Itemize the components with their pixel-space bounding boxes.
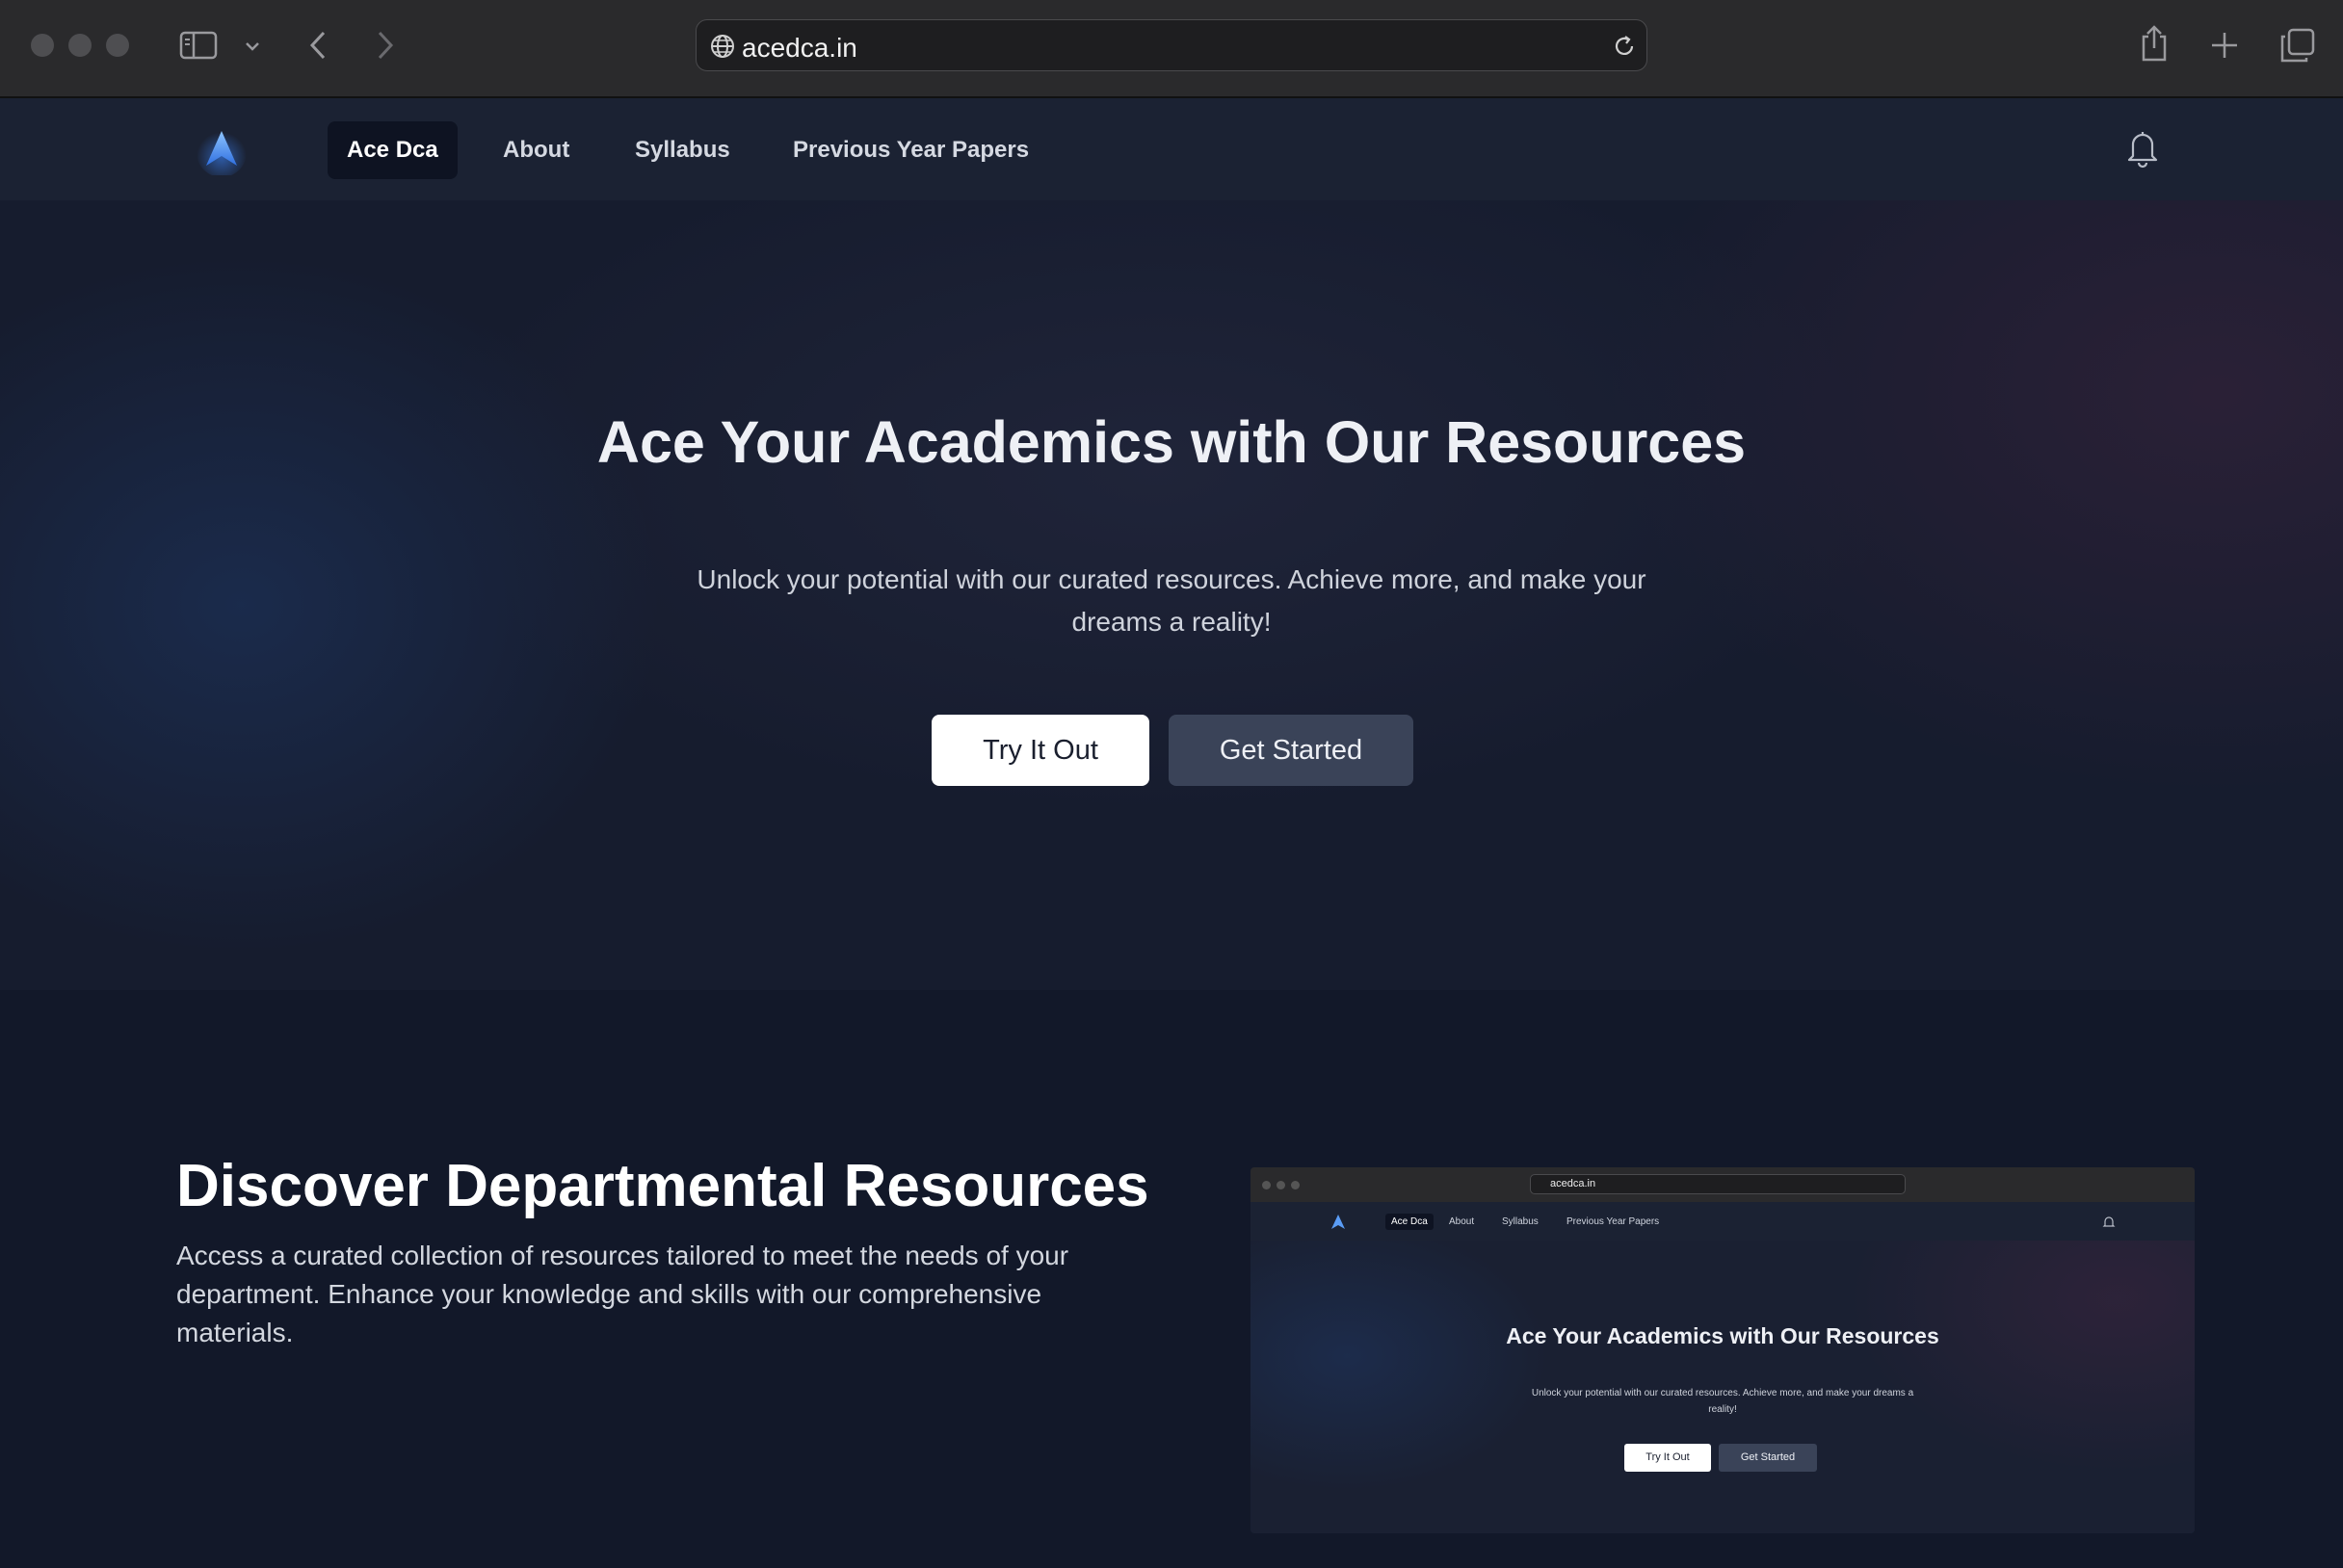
- hero-section: Ace Your Academics with Our Resources Un…: [0, 200, 2343, 990]
- new-tab-icon[interactable]: [2209, 30, 2240, 61]
- preview-navbar: Ace Dca About Syllabus Previous Year Pap…: [1250, 1202, 2195, 1241]
- get-started-button[interactable]: Get Started: [1169, 715, 1413, 786]
- preview-bell-icon: [2102, 1216, 2116, 1227]
- reload-icon[interactable]: [1612, 34, 1637, 59]
- preview-hero-subtitle: Unlock your potential with our curated r…: [1531, 1388, 1914, 1415]
- chevron-down-icon[interactable]: [243, 37, 262, 56]
- preview-window-dot: [1277, 1181, 1285, 1189]
- preview-window-dot: [1262, 1181, 1271, 1189]
- preview-hero: Ace Your Academics with Our Resources Un…: [1250, 1241, 2195, 1533]
- preview-start-button: Get Started: [1719, 1444, 1817, 1472]
- nav-item-syllabus[interactable]: Syllabus: [616, 121, 750, 179]
- preview-address-bar: acedca.in: [1530, 1174, 1906, 1194]
- preview-hero-title: Ace Your Academics with Our Resources: [1506, 1323, 1939, 1348]
- preview-nav-item: Syllabus: [1502, 1216, 1539, 1227]
- bell-icon[interactable]: [2125, 127, 2160, 170]
- preview-browser-toolbar: acedca.in: [1250, 1167, 2195, 1202]
- hero-subtitle: Unlock your potential with our curated r…: [697, 564, 1646, 637]
- url-text: acedca.in: [742, 33, 857, 63]
- address-bar[interactable]: acedca.in: [696, 19, 1647, 71]
- back-arrow-icon[interactable]: [306, 29, 329, 62]
- preview-nav-item: About: [1449, 1216, 1475, 1227]
- tab-overview-icon[interactable]: [2279, 27, 2316, 64]
- site-navbar: Ace Dca About Syllabus Previous Year Pap…: [0, 98, 2343, 200]
- site-preview-screenshot: acedca.in Ace Dca About Syllabus Previou…: [1250, 1167, 2195, 1533]
- preview-try-button: Try It Out: [1624, 1444, 1711, 1472]
- browser-toolbar: acedca.in: [0, 0, 2343, 98]
- nav-item-ace-dca[interactable]: Ace Dca: [328, 121, 458, 179]
- nav-item-about[interactable]: About: [484, 121, 589, 179]
- zoom-window-button[interactable]: [106, 34, 129, 57]
- preview-window-dot: [1291, 1181, 1300, 1189]
- forward-arrow-icon[interactable]: [374, 29, 397, 62]
- section-description: Access a curated collection of resources…: [176, 1241, 1069, 1347]
- nav-item-previous-year-papers[interactable]: Previous Year Papers: [774, 121, 1048, 179]
- globe-icon: [711, 35, 734, 58]
- share-icon[interactable]: [2139, 23, 2170, 64]
- try-it-out-button[interactable]: Try It Out: [932, 715, 1149, 786]
- minimize-window-button[interactable]: [68, 34, 92, 57]
- section-title: Discover Departmental Resources: [176, 1153, 1149, 1219]
- preview-logo-icon: [1331, 1215, 1345, 1229]
- hero-title: Ace Your Academics with Our Resources: [596, 409, 1747, 475]
- logo-icon[interactable]: [197, 123, 247, 175]
- close-window-button[interactable]: [31, 34, 54, 57]
- sidebar-toggle-icon[interactable]: [179, 30, 218, 61]
- departmental-resources-section: Discover Departmental Resources Access a…: [0, 990, 2343, 1568]
- preview-nav-item: Ace Dca: [1385, 1214, 1434, 1230]
- preview-nav-item: Previous Year Papers: [1566, 1216, 1660, 1227]
